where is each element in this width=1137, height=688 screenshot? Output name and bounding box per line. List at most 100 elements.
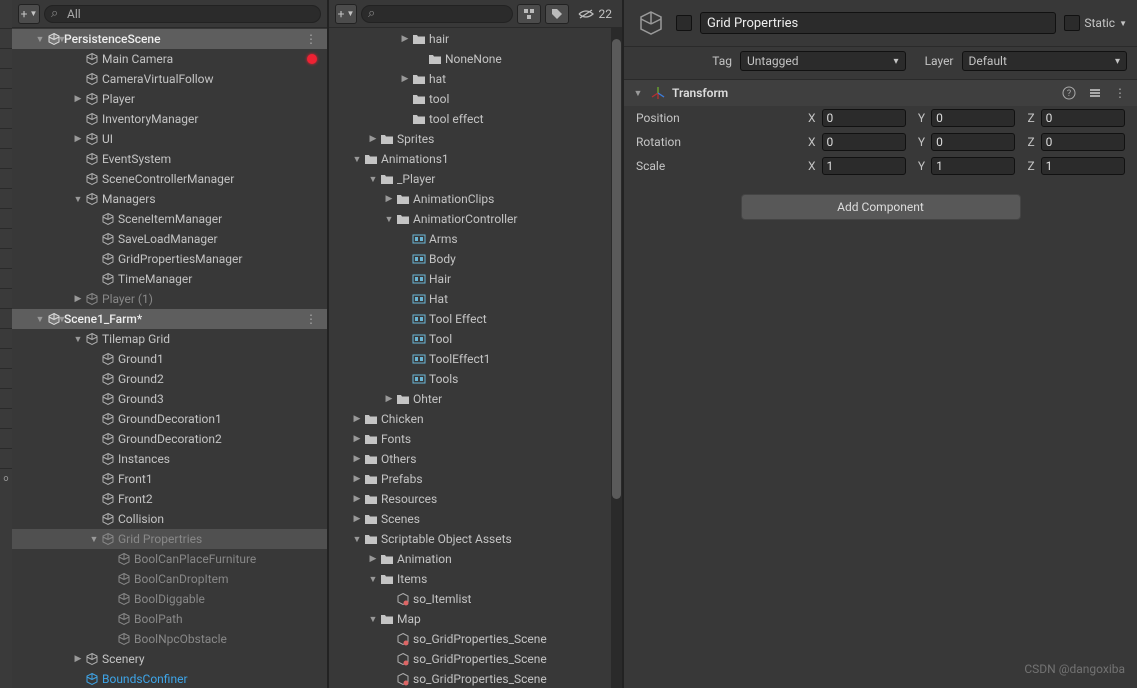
- hierarchy-item[interactable]: Collision: [12, 509, 327, 529]
- project-search[interactable]: [361, 5, 513, 23]
- hierarchy-add-button[interactable]: + ▼: [18, 4, 40, 24]
- foldout-arrow[interactable]: [351, 474, 363, 484]
- filter-label-button[interactable]: [545, 4, 569, 24]
- project-item[interactable]: so_GridProperties_Scene: [329, 649, 611, 669]
- foldout-arrow[interactable]: [72, 94, 84, 104]
- hierarchy-item[interactable]: SceneControllerManager: [12, 169, 327, 189]
- static-dropdown[interactable]: ▼: [1119, 19, 1127, 28]
- hierarchy-item[interactable]: Main Camera: [12, 49, 327, 69]
- project-item[interactable]: Scriptable Object Assets: [329, 529, 611, 549]
- foldout-arrow[interactable]: [367, 134, 379, 144]
- project-item[interactable]: Animation: [329, 549, 611, 569]
- project-item[interactable]: Hair: [329, 269, 611, 289]
- preset-button[interactable]: [1085, 84, 1105, 102]
- project-item[interactable]: Scenes: [329, 509, 611, 529]
- foldout-arrow[interactable]: [367, 614, 379, 625]
- foldout-arrow[interactable]: [72, 194, 84, 205]
- hierarchy-item[interactable]: Front2: [12, 489, 327, 509]
- position-y-input[interactable]: 0: [931, 109, 1015, 127]
- foldout-arrow[interactable]: [351, 454, 363, 464]
- foldout-arrow[interactable]: [351, 154, 363, 165]
- hierarchy-item[interactable]: Ground3: [12, 389, 327, 409]
- hierarchy-item[interactable]: GridPropertiesManager: [12, 249, 327, 269]
- hierarchy-item[interactable]: Grid Propertries: [12, 529, 327, 549]
- project-item[interactable]: Sprites: [329, 129, 611, 149]
- gameobject-name-field[interactable]: Grid Propertries: [700, 12, 1056, 34]
- project-item[interactable]: Items: [329, 569, 611, 589]
- add-component-button[interactable]: Add Component: [741, 194, 1021, 220]
- hierarchy-item[interactable]: Player (1): [12, 289, 327, 309]
- foldout-arrow[interactable]: [72, 134, 84, 144]
- project-item[interactable]: Tool Effect: [329, 309, 611, 329]
- project-item[interactable]: Resources: [329, 489, 611, 509]
- project-item[interactable]: Prefabs: [329, 469, 611, 489]
- foldout-arrow[interactable]: [351, 434, 363, 444]
- foldout-arrow[interactable]: [383, 394, 395, 404]
- project-scrollbar[interactable]: [611, 28, 622, 688]
- project-item[interactable]: AnimatiorController: [329, 209, 611, 229]
- hierarchy-item[interactable]: SaveLoadManager: [12, 229, 327, 249]
- project-item[interactable]: ToolEffect1: [329, 349, 611, 369]
- foldout-arrow[interactable]: [383, 214, 395, 225]
- foldout-arrow[interactable]: [72, 294, 84, 304]
- scale-x-input[interactable]: 1: [822, 157, 906, 175]
- project-item[interactable]: hair: [329, 29, 611, 49]
- hierarchy-item[interactable]: GroundDecoration2: [12, 429, 327, 449]
- scene-row[interactable]: PersistenceScene⋮: [12, 29, 327, 49]
- hierarchy-item[interactable]: Front1: [12, 469, 327, 489]
- hierarchy-item[interactable]: CameraVirtualFollow: [12, 69, 327, 89]
- component-foldout[interactable]: [632, 88, 644, 99]
- hierarchy-item[interactable]: Instances: [12, 449, 327, 469]
- hierarchy-item[interactable]: BoundsConfiner: [12, 669, 327, 688]
- rotation-x-input[interactable]: 0: [822, 133, 906, 151]
- scale-z-input[interactable]: 1: [1041, 157, 1125, 175]
- foldout-arrow[interactable]: [351, 494, 363, 504]
- rotation-y-input[interactable]: 0: [931, 133, 1015, 151]
- gameobject-icon-large[interactable]: [634, 6, 668, 40]
- foldout-arrow[interactable]: [72, 654, 84, 664]
- hierarchy-item[interactable]: Ground2: [12, 369, 327, 389]
- project-item[interactable]: Arms: [329, 229, 611, 249]
- project-item[interactable]: Tools: [329, 369, 611, 389]
- project-add-button[interactable]: + ▼: [335, 4, 357, 24]
- hierarchy-item[interactable]: Tilemap Grid: [12, 329, 327, 349]
- project-item[interactable]: Fonts: [329, 429, 611, 449]
- hierarchy-item[interactable]: EventSystem: [12, 149, 327, 169]
- foldout-arrow[interactable]: [72, 334, 84, 345]
- hierarchy-item[interactable]: Managers: [12, 189, 327, 209]
- project-item[interactable]: Body: [329, 249, 611, 269]
- foldout-arrow[interactable]: [367, 574, 379, 585]
- hierarchy-item[interactable]: Ground1: [12, 349, 327, 369]
- project-item[interactable]: _Player: [329, 169, 611, 189]
- scene-row[interactable]: Scene1_Farm*⋮: [12, 309, 327, 329]
- hierarchy-item[interactable]: BoolNpcObstacle: [12, 629, 327, 649]
- project-item[interactable]: hat: [329, 69, 611, 89]
- scale-y-input[interactable]: 1: [931, 157, 1015, 175]
- layer-dropdown[interactable]: Default: [962, 51, 1128, 71]
- project-item[interactable]: so_GridProperties_Scene: [329, 669, 611, 688]
- hierarchy-item[interactable]: SceneItemManager: [12, 209, 327, 229]
- foldout-arrow[interactable]: [351, 534, 363, 545]
- hierarchy-item[interactable]: TimeManager: [12, 269, 327, 289]
- hierarchy-item[interactable]: BoolDiggable: [12, 589, 327, 609]
- project-item[interactable]: Tool: [329, 329, 611, 349]
- foldout-arrow[interactable]: [399, 74, 411, 84]
- project-item[interactable]: Animations1: [329, 149, 611, 169]
- hierarchy-item[interactable]: BoolPath: [12, 609, 327, 629]
- foldout-arrow[interactable]: [88, 534, 100, 545]
- foldout-arrow[interactable]: [383, 194, 395, 204]
- tag-dropdown[interactable]: Untagged: [740, 51, 906, 71]
- hierarchy-search[interactable]: All: [44, 5, 321, 23]
- hierarchy-item[interactable]: Player: [12, 89, 327, 109]
- hierarchy-item[interactable]: Scenery: [12, 649, 327, 669]
- hierarchy-item[interactable]: BoolCanDropItem: [12, 569, 327, 589]
- static-checkbox[interactable]: [1064, 15, 1080, 31]
- project-item[interactable]: Chicken: [329, 409, 611, 429]
- foldout-arrow[interactable]: [367, 554, 379, 564]
- scene-menu[interactable]: ⋮: [301, 32, 321, 46]
- project-item[interactable]: Map: [329, 609, 611, 629]
- foldout-arrow[interactable]: [367, 174, 379, 185]
- project-item[interactable]: NoneNone: [329, 49, 611, 69]
- project-item[interactable]: Hat: [329, 289, 611, 309]
- scene-menu[interactable]: ⋮: [301, 312, 321, 326]
